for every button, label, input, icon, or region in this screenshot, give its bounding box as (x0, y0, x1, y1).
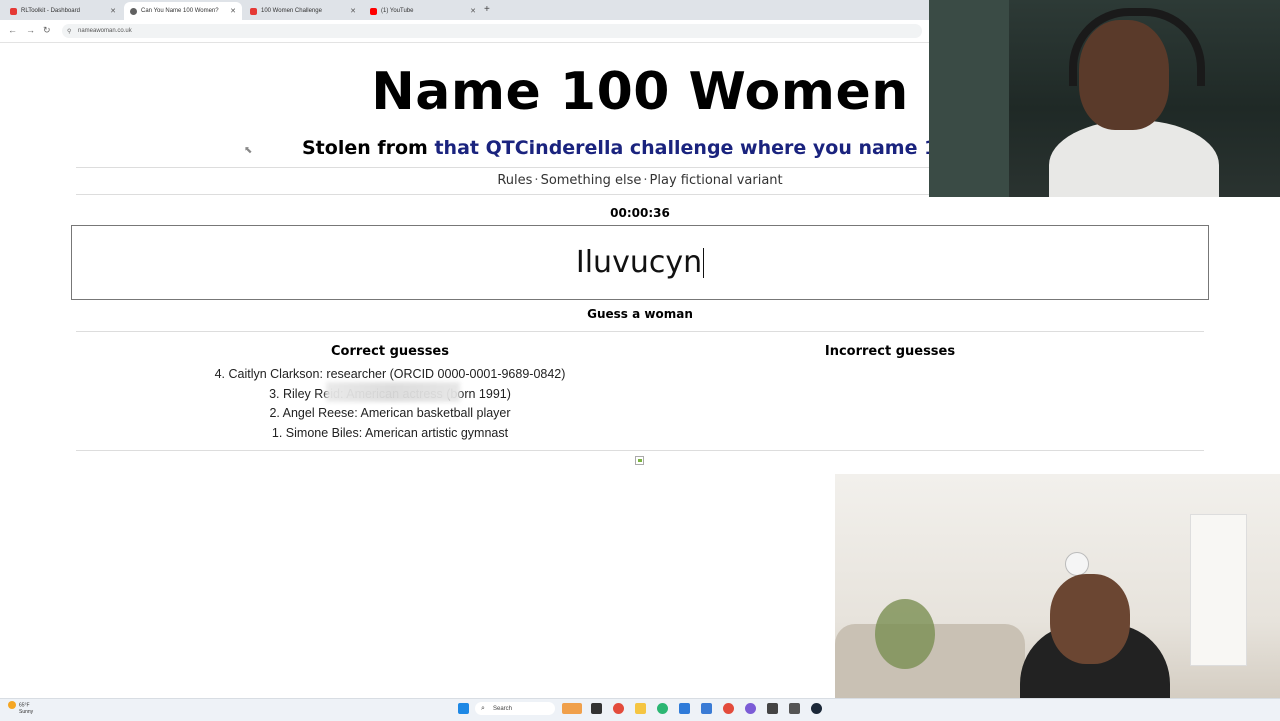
incorrect-guesses-heading: Incorrect guesses (824, 344, 956, 359)
list-item: 2. Angel Reese: American basketball play… (269, 406, 511, 420)
close-icon[interactable]: ✕ (350, 7, 356, 15)
tab-name-100-women[interactable]: Can You Name 100 Women? ✕ (124, 2, 242, 20)
windows-start-icon[interactable] (458, 703, 469, 714)
weather-temp: 65°F (19, 702, 30, 709)
sun-icon (8, 701, 16, 709)
mouse-pointer-icon: ⬉ (244, 145, 253, 156)
link-separator: · (534, 173, 539, 188)
censor-blur (326, 382, 460, 402)
forward-arrow-icon[interactable]: → (26, 25, 35, 35)
wall (929, 0, 1009, 197)
search-placeholder: Search (493, 705, 513, 712)
tab-label: Can You Name 100 Women? (141, 8, 219, 14)
something-else-link[interactable]: Something else (541, 173, 642, 188)
tab-label: (1) YouTube (381, 8, 414, 14)
search-icon: ⌕ (481, 704, 485, 712)
broken-image-icon (635, 456, 644, 465)
rltoolkit-favicon-icon (10, 7, 17, 15)
subtitle-prefix: Stolen from (302, 137, 435, 159)
page-favicon-icon (250, 7, 257, 15)
store-icon[interactable] (679, 703, 690, 714)
qtcinderella-link[interactable]: that QTCinderella challenge where you na… (434, 137, 930, 159)
tab-label: 100 Women Challenge (261, 8, 322, 14)
address-bar[interactable]: ⚲ nameawoman.co.uk (62, 24, 922, 38)
guess-input[interactable]: Iluvucyn (71, 225, 1209, 300)
terminal-icon[interactable] (789, 703, 800, 714)
divider (76, 331, 1204, 332)
correct-guesses-heading: Correct guesses (331, 344, 449, 359)
new-tab-plus-icon[interactable]: + (484, 4, 490, 15)
close-icon[interactable]: ✕ (230, 7, 236, 15)
edge-icon[interactable] (657, 703, 668, 714)
globe-icon (130, 7, 137, 15)
close-icon[interactable]: ✕ (110, 7, 116, 15)
headset (1069, 8, 1205, 86)
close-icon[interactable]: ✕ (470, 7, 476, 15)
youtube-icon (370, 7, 377, 15)
guess-label: Guess a woman (587, 307, 693, 321)
widgets-icon[interactable] (562, 703, 582, 714)
person-head (1050, 574, 1130, 664)
streamer-body (1049, 120, 1219, 197)
webcam-overlay-top (929, 0, 1280, 197)
chrome-icon[interactable] (613, 703, 624, 714)
weather-desc: Sunny (19, 709, 34, 715)
tab-label: RLToolkit - Dashboard (21, 8, 80, 14)
tab-100-women-challenge[interactable]: 100 Women Challenge ✕ (244, 2, 362, 20)
webcam-overlay-room (835, 474, 1280, 720)
reload-icon[interactable]: ↻ (43, 25, 51, 36)
guess-input-value: Iluvucyn (575, 245, 703, 280)
discord-icon[interactable] (745, 703, 756, 714)
site-info-icon[interactable]: ⚲ (67, 28, 71, 35)
wall-clock (1065, 552, 1089, 576)
plant (875, 599, 935, 669)
taskbar-search[interactable]: ⌕ Search (475, 702, 555, 715)
app-icon[interactable] (701, 703, 712, 714)
divider (76, 450, 1204, 451)
steam-icon[interactable] (811, 703, 822, 714)
door (1190, 514, 1247, 666)
obs-icon[interactable] (767, 703, 778, 714)
correct-guesses-list: 4. Caitlyn Clarkson: researcher (ORCID 0… (160, 365, 620, 443)
weather-widget[interactable]: 65°F Sunny (8, 701, 33, 715)
file-explorer-icon[interactable] (635, 703, 646, 714)
subtitle: Stolen from that QTCinderella challenge … (302, 137, 930, 159)
timer: 00:00:36 (610, 206, 670, 220)
back-arrow-icon[interactable]: ← (8, 25, 17, 35)
task-view-icon[interactable] (591, 703, 602, 714)
url-text: nameawoman.co.uk (78, 28, 132, 34)
tab-rltoolkit[interactable]: RLToolkit - Dashboard ✕ (4, 2, 122, 20)
chrome-profile-icon[interactable] (723, 703, 734, 714)
tab-youtube[interactable]: (1) YouTube ✕ (364, 2, 482, 20)
rules-link[interactable]: Rules (497, 173, 532, 188)
link-separator: · (643, 173, 648, 188)
list-item: 1. Simone Biles: American artistic gymna… (271, 425, 509, 440)
fictional-variant-link[interactable]: Play fictional variant (650, 173, 783, 188)
text-cursor (703, 247, 705, 278)
